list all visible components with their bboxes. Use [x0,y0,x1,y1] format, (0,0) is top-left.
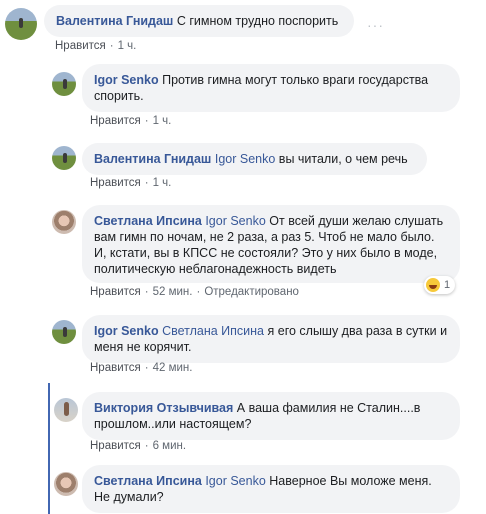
comment-bubble: Светлана Ипсина Igor Senko Наверное Вы м… [82,465,460,513]
avatar[interactable] [54,398,78,422]
like-link[interactable]: Нравится [55,40,106,52]
avatar[interactable] [52,72,76,96]
more-options-icon[interactable]: ··· [367,17,384,33]
avatar[interactable] [5,8,37,40]
like-link[interactable]: Нравится [90,115,141,127]
comment-text: С гимном трудно поспорить [176,14,339,28]
like-link[interactable]: Нравится [90,362,141,374]
comment-bubble: Валентина Гнидаш Igor Senko вы читали, о… [82,143,427,175]
timestamp[interactable]: 1 ч. [153,177,172,189]
comment-actions: Нравится · 1 ч. [90,115,172,127]
comment-actions: Нравится · 1 ч. [55,40,137,52]
like-link[interactable]: Нравится [90,177,141,189]
author-name[interactable]: Igor Senko [94,324,159,338]
comment-bubble: Igor Senko Светлана Ипсина я его слышу д… [82,315,460,363]
like-link[interactable]: Нравится [90,440,141,452]
comment-text: вы читали, о чем речь [278,152,408,166]
comment-bubble: Светлана Ипсина Igor Senko От всей души … [82,205,460,283]
edited-label[interactable]: Отредактировано [204,286,299,298]
comment-actions: Нравится · 42 мин. [90,362,193,374]
author-name[interactable]: Светлана Ипсина [94,214,202,228]
avatar[interactable] [52,146,76,170]
timestamp[interactable]: 1 ч. [153,115,172,127]
author-name[interactable]: Igor Senko [94,73,159,87]
thread-indicator-line [48,383,50,514]
like-link[interactable]: Нравится [90,286,141,298]
mention-link[interactable]: Светлана Ипсина [162,324,264,338]
reaction-summary[interactable]: 1 [424,276,456,294]
comment-thread: Валентина Гнидаш С гимном трудно поспори… [0,0,486,514]
author-name[interactable]: Виктория Отзывчивая [94,401,233,415]
comment-bubble: Виктория Отзывчивая А ваша фамилия не Ст… [82,392,460,440]
haha-reaction-icon [426,278,440,292]
avatar[interactable] [52,210,76,234]
author-name[interactable]: Светлана Ипсина [94,474,202,488]
mention-link[interactable]: Igor Senko [215,152,275,166]
timestamp[interactable]: 1 ч. [118,40,137,52]
comment-bubble: Igor Senko Против гимна могут только вра… [82,64,460,112]
timestamp[interactable]: 6 мин. [153,440,186,452]
reaction-count: 1 [444,279,451,291]
mention-link[interactable]: Igor Senko [205,474,265,488]
timestamp[interactable]: 42 мин. [153,362,193,374]
comment-actions: Нравится · 6 мин. [90,440,187,452]
comment-bubble: Валентина Гнидаш С гимном трудно поспори… [44,5,354,37]
comment-actions: Нравится · 1 ч. [90,177,172,189]
avatar[interactable] [52,320,76,344]
comment-actions: Нравится · 52 мин. · Отредактировано [90,286,299,298]
author-name[interactable]: Валентина Гнидаш [56,14,173,28]
timestamp[interactable]: 52 мин. [153,286,193,298]
avatar[interactable] [54,472,78,496]
author-name[interactable]: Валентина Гнидаш [94,152,211,166]
mention-link[interactable]: Igor Senko [205,214,265,228]
